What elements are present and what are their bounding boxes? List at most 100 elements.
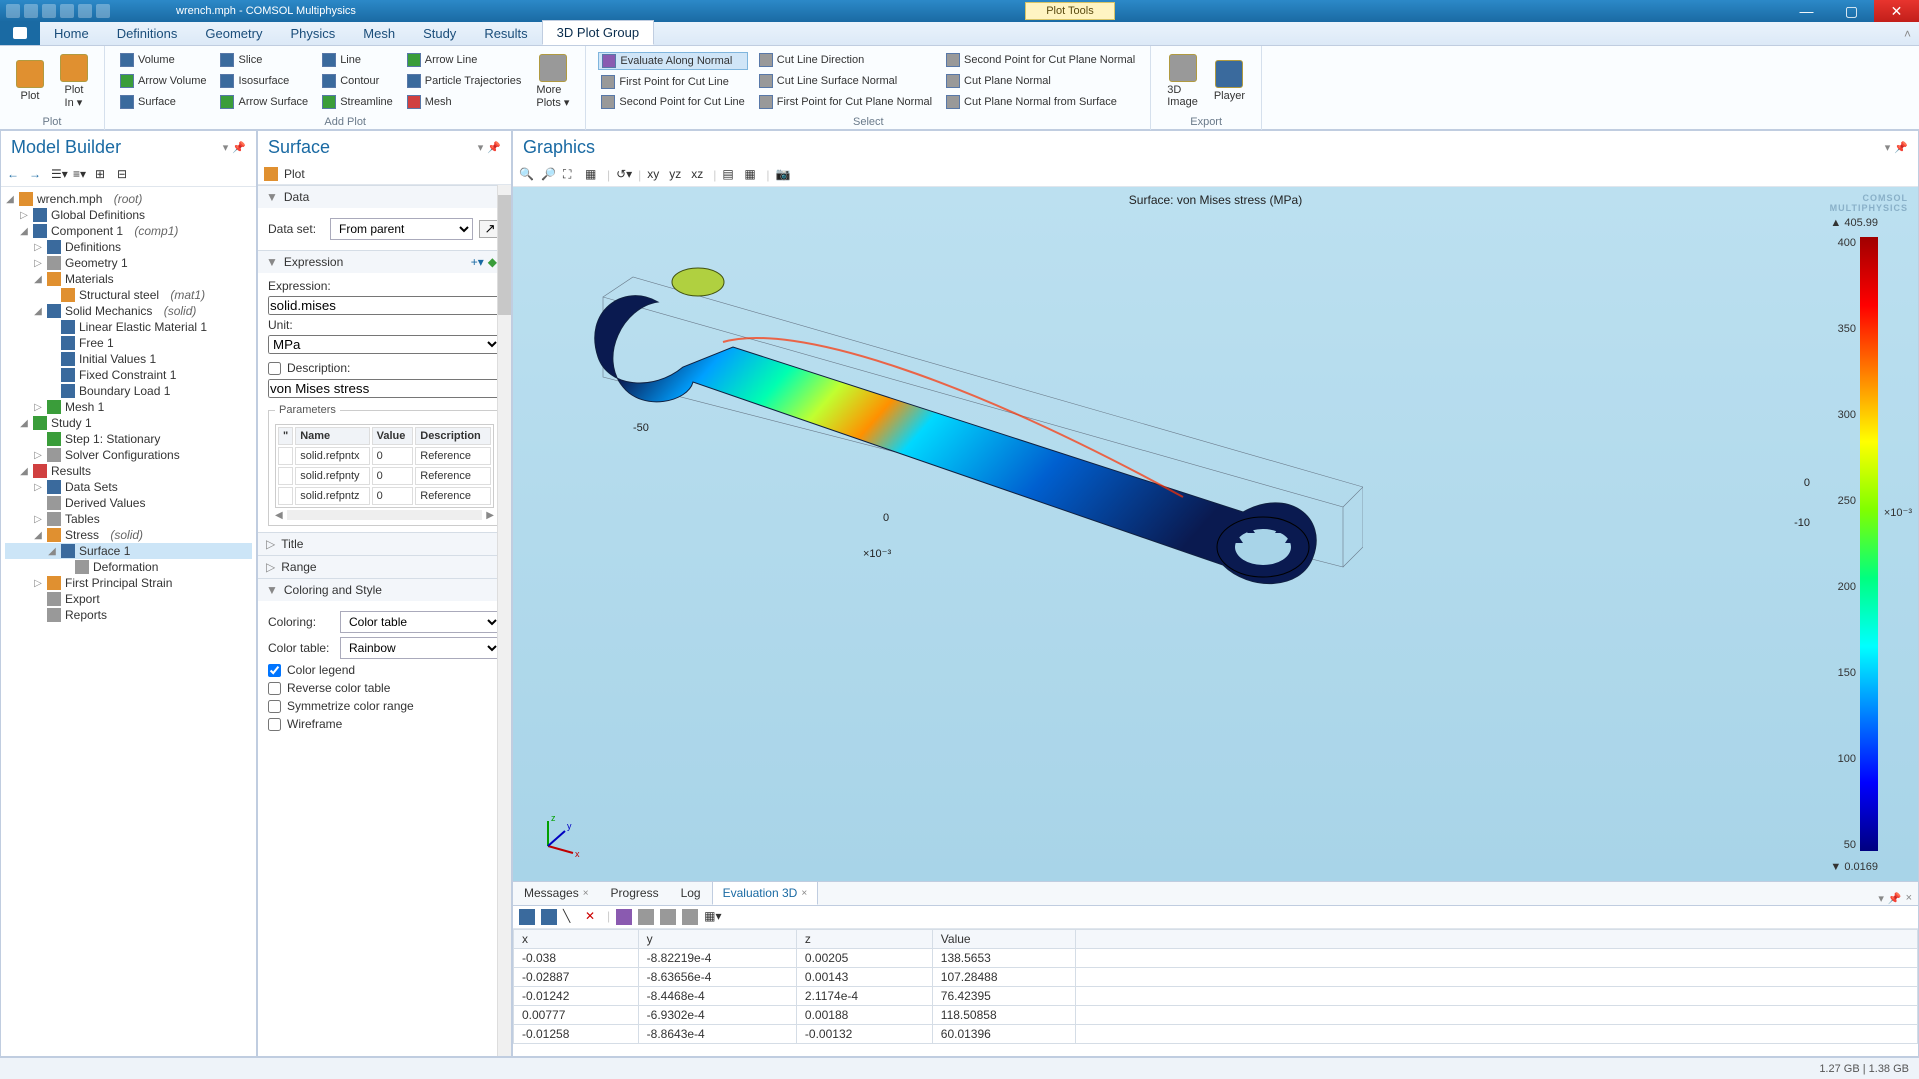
parameters-table[interactable]: "NameValueDescription solid.refpntx0Refe…	[275, 424, 494, 508]
tree-component-1[interactable]: ◢Component 1 (comp1)	[5, 223, 252, 239]
tab-study[interactable]: Study	[409, 22, 470, 45]
cut-line-direction-button[interactable]: Cut Line Direction	[756, 52, 935, 68]
tree-free-1[interactable]: Free 1	[5, 335, 252, 351]
tree-step-stationary[interactable]: Step 1: Stationary	[5, 431, 252, 447]
section-data[interactable]: ▼Data	[258, 186, 511, 208]
tree-export[interactable]: Export	[5, 591, 252, 607]
ribbon-collapse-icon[interactable]: ˄	[1896, 23, 1919, 45]
slice-button[interactable]: Slice	[217, 52, 311, 68]
evaluation-table[interactable]: xyzValue -0.038-8.82219e-40.00205138.565…	[513, 929, 1918, 1044]
color-legend-checkbox[interactable]	[268, 664, 281, 677]
mesh-plot-button[interactable]: Mesh	[404, 94, 525, 110]
zoom-extents-icon[interactable]: ⛶	[563, 167, 579, 183]
symmetrize-checkbox[interactable]	[268, 700, 281, 713]
maximize-button[interactable]: ▢	[1829, 0, 1874, 22]
zoom-out-icon[interactable]: 🔎	[541, 167, 557, 183]
bot-close-icon[interactable]: ×	[1906, 892, 1912, 905]
more-plots-button[interactable]: More Plots ▾	[528, 48, 577, 114]
section-range[interactable]: ▷Range	[258, 556, 511, 578]
table-new-icon[interactable]	[519, 909, 535, 925]
mb-collapseall-icon[interactable]: ⊟	[117, 167, 133, 183]
expression-input[interactable]	[268, 296, 501, 315]
table-plot-icon[interactable]	[616, 909, 632, 925]
tab-physics[interactable]: Physics	[276, 22, 349, 45]
wireframe-checkbox[interactable]	[268, 718, 281, 731]
zoom-box-icon[interactable]: ▦	[585, 167, 601, 183]
coloring-select[interactable]: Color table	[340, 611, 501, 633]
minimize-button[interactable]: —	[1784, 0, 1829, 22]
tree-global-definitions[interactable]: ▷Global Definitions	[5, 207, 252, 223]
surface-button[interactable]: Surface	[117, 94, 209, 110]
first-point-cpn-button[interactable]: First Point for Cut Plane Normal	[756, 94, 935, 110]
mb-show-icon[interactable]: ☰▾	[51, 167, 67, 183]
zoom-in-icon[interactable]: 🔍	[519, 167, 535, 183]
evaluate-along-normal-button[interactable]: Evaluate Along Normal	[598, 52, 747, 70]
surf-pin-icon[interactable]: 📌	[487, 141, 501, 154]
tree-stress[interactable]: ◢Stress (solid)	[5, 527, 252, 543]
arrow-volume-button[interactable]: Arrow Volume	[117, 73, 209, 89]
model-tree[interactable]: ◢wrench.mph (root) ▷Global Definitions ◢…	[1, 187, 256, 1056]
cut-plane-normal-button[interactable]: Cut Plane Normal	[943, 73, 1138, 89]
tab-geometry[interactable]: Geometry	[191, 22, 276, 45]
dataset-select[interactable]: From parent	[330, 218, 473, 240]
tree-tables[interactable]: ▷Tables	[5, 511, 252, 527]
surface-scrollbar[interactable]	[497, 185, 511, 1056]
tree-linear-elastic[interactable]: Linear Elastic Material 1	[5, 319, 252, 335]
cpn-from-surface-button[interactable]: Cut Plane Normal from Surface	[943, 94, 1138, 110]
second-point-cpn-button[interactable]: Second Point for Cut Plane Normal	[943, 52, 1138, 68]
tree-materials[interactable]: ◢Materials	[5, 271, 252, 287]
tree-mesh-1[interactable]: ▷Mesh 1	[5, 399, 252, 415]
tab-results[interactable]: Results	[470, 22, 541, 45]
first-point-cutline-button[interactable]: First Point for Cut Line	[598, 74, 747, 90]
plot-button[interactable]: Plot	[8, 48, 52, 114]
tree-solver-config[interactable]: ▷Solver Configurations	[5, 447, 252, 463]
tab-home[interactable]: Home	[40, 22, 103, 45]
close-messages-icon[interactable]: ×	[583, 888, 589, 899]
qat-save-icon[interactable]	[6, 4, 20, 18]
tree-derived-values[interactable]: Derived Values	[5, 495, 252, 511]
colortable-select[interactable]: Rainbow	[340, 637, 501, 659]
qat-undo-icon[interactable]	[24, 4, 38, 18]
tree-structural-steel[interactable]: Structural steel (mat1)	[5, 287, 252, 303]
volume-button[interactable]: Volume	[117, 52, 209, 68]
expr-add-icon[interactable]: +▾	[471, 255, 484, 269]
gfx-dropdown-icon[interactable]: ▾	[1885, 141, 1891, 154]
table-copy-icon[interactable]	[638, 909, 654, 925]
surf-dropdown-icon[interactable]: ▾	[478, 141, 484, 154]
table-settings-icon[interactable]	[682, 909, 698, 925]
table-more-icon[interactable]: ▦▾	[704, 909, 720, 925]
mb-expand-icon[interactable]: ⊞	[95, 167, 111, 183]
second-point-cutline-button[interactable]: Second Point for Cut Line	[598, 94, 747, 110]
tree-boundary-load[interactable]: Boundary Load 1	[5, 383, 252, 399]
tree-deformation[interactable]: Deformation	[5, 559, 252, 575]
close-eval3d-icon[interactable]: ×	[801, 888, 807, 899]
tab-evaluation-3d[interactable]: Evaluation 3D×	[712, 881, 819, 905]
mb-dropdown-icon[interactable]: ▾	[223, 141, 229, 154]
tree-initial-values[interactable]: Initial Values 1	[5, 351, 252, 367]
tab-messages[interactable]: Messages×	[513, 881, 600, 905]
default-view-icon[interactable]: ↺▾	[616, 167, 632, 183]
arrow-line-button[interactable]: Arrow Line	[404, 52, 525, 68]
description-checkbox[interactable]	[268, 362, 281, 375]
yz-view-icon[interactable]: yz	[669, 167, 685, 183]
section-coloring[interactable]: ▼Coloring and Style	[258, 579, 511, 601]
tree-geometry-1[interactable]: ▷Geometry 1	[5, 255, 252, 271]
line-button[interactable]: Line	[319, 52, 396, 68]
table-clear-icon[interactable]: ╲	[563, 909, 579, 925]
tab-progress[interactable]: Progress	[600, 881, 670, 905]
mb-collapse-icon[interactable]: ≡▾	[73, 167, 89, 183]
mb-back-icon[interactable]: ←	[7, 167, 23, 183]
tab-definitions[interactable]: Definitions	[103, 22, 192, 45]
streamline-button[interactable]: Streamline	[319, 94, 396, 110]
quick-access-toolbar[interactable]	[0, 4, 116, 18]
wireframe-icon[interactable]: ▦	[744, 167, 760, 183]
qat-redo-icon[interactable]	[42, 4, 56, 18]
tree-solid-mechanics[interactable]: ◢Solid Mechanics (solid)	[5, 303, 252, 319]
table-export-icon[interactable]	[660, 909, 676, 925]
tree-first-principal-strain[interactable]: ▷First Principal Strain	[5, 575, 252, 591]
section-expression[interactable]: ▼Expression +▾◆▾	[258, 251, 511, 273]
tree-study-1[interactable]: ◢Study 1	[5, 415, 252, 431]
tree-definitions[interactable]: ▷Definitions	[5, 239, 252, 255]
tree-reports[interactable]: Reports	[5, 607, 252, 623]
graphics-canvas[interactable]: Surface: von Mises stress (MPa) COMSOLMU…	[513, 187, 1918, 881]
